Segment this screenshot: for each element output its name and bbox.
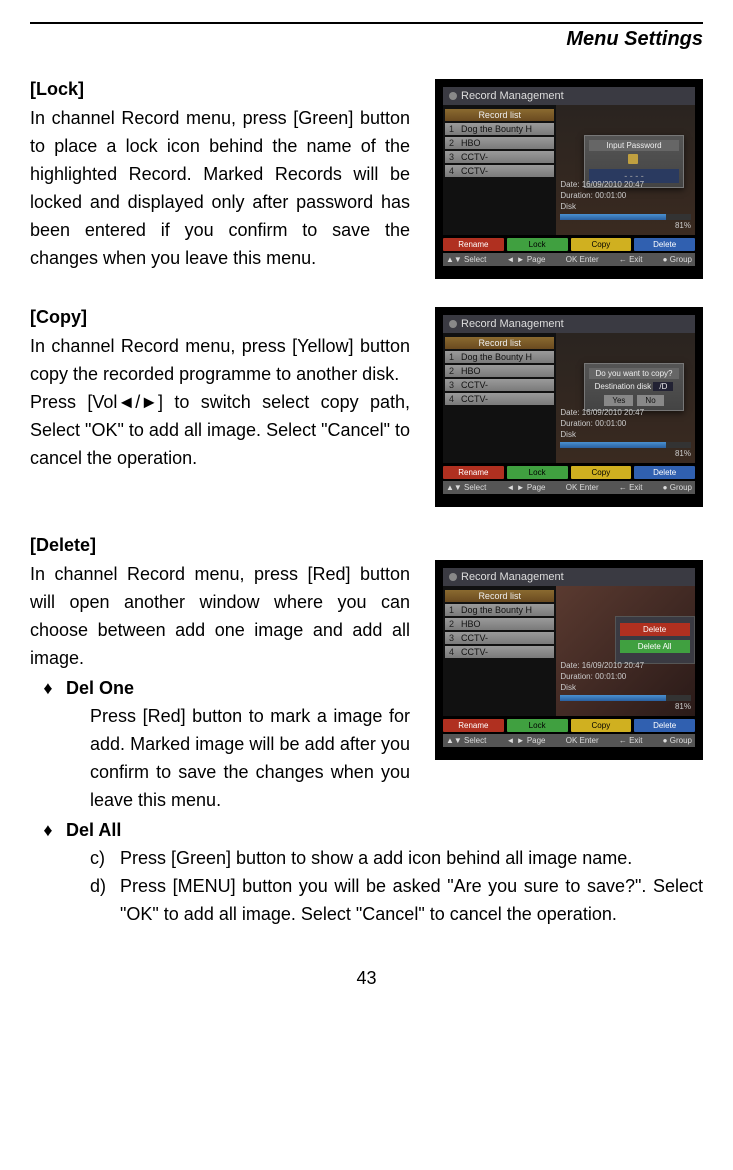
- section-copy: Record Management Record list 1Dog the B…: [30, 307, 703, 513]
- step-c-label: c): [90, 844, 120, 872]
- table-row: 1Dog the Bounty H: [445, 604, 554, 616]
- rm-list-header: Record list: [445, 590, 554, 602]
- lock-button: Lock: [507, 466, 568, 479]
- step-c-text: Press [Green] button to show a add icon …: [120, 844, 703, 872]
- table-row: 1Dog the Bounty H: [445, 351, 554, 363]
- rm-list-header: Record list: [445, 109, 554, 121]
- rm-preview: Input Password - - - - Date: 16/09/2010 …: [556, 105, 695, 235]
- copy-button: Copy: [571, 719, 632, 732]
- delete-options-dialog: Delete Delete All: [615, 616, 695, 664]
- table-row: 2HBO: [445, 365, 554, 377]
- rm-title-bar: Record Management: [443, 315, 695, 333]
- table-row: 1Dog the Bounty H: [445, 123, 554, 135]
- disc-icon: [449, 573, 457, 581]
- dialog-title: Input Password: [589, 140, 679, 151]
- table-row: 3CCTV-: [445, 632, 554, 644]
- copy-button: Copy: [571, 238, 632, 251]
- rm-info: Date: 16/09/2010 20:47 Duration: 00:01:0…: [560, 407, 691, 459]
- delete-option: Delete: [620, 623, 690, 636]
- lock-button: Lock: [507, 719, 568, 732]
- rm-button-bar: Rename Lock Copy Delete: [443, 238, 695, 251]
- yes-button: Yes: [604, 395, 633, 406]
- rm-list: Record list 1Dog the Bounty H 2HBO 3CCTV…: [443, 333, 556, 463]
- rm-title: Record Management: [461, 90, 564, 102]
- rm-info: Date: 16/09/2010 20:47 Duration: 00:01:0…: [560, 660, 691, 712]
- table-row: 4CCTV-: [445, 646, 554, 658]
- rm-preview: Do you want to copy? Destination disk /D…: [556, 333, 695, 463]
- rm-footer: ▲▼ Select ◄ ► Page OK Enter ← Exit ● Gro…: [443, 253, 695, 266]
- info-pct: 81%: [560, 220, 691, 231]
- delete-button: Delete: [634, 238, 695, 251]
- copy-body-1: In channel Record menu, press [Yellow] b…: [30, 332, 410, 388]
- lock-button: Lock: [507, 238, 568, 251]
- rename-button: Rename: [443, 466, 504, 479]
- info-date: Date: 16/09/2010 20:47: [560, 179, 691, 190]
- rm-list: Record list 1Dog the Bounty H 2HBO 3CCTV…: [443, 105, 556, 235]
- table-row: 3CCTV-: [445, 379, 554, 391]
- rm-preview: Delete Delete All Date: 16/09/2010 20:47…: [556, 586, 695, 716]
- figure-copy: Record Management Record list 1Dog the B…: [435, 307, 703, 507]
- table-row: 3CCTV-: [445, 151, 554, 163]
- info-disk-label: Disk: [560, 202, 576, 211]
- rm-list-header: Record list: [445, 337, 554, 349]
- rm-list: Record list 1Dog the Bounty H 2HBO 3CCTV…: [443, 586, 556, 716]
- rm-info: Date: 16/09/2010 20:47 Duration: 00:01:0…: [560, 179, 691, 231]
- section-lock: Record Management Record list 1Dog the B…: [30, 79, 703, 285]
- bullet-del-all: ♦ Del All: [30, 816, 703, 844]
- no-button: No: [637, 395, 663, 406]
- del-all-label: Del All: [66, 816, 121, 844]
- section-delete: [Delete] Record Management Record list 1…: [30, 535, 703, 928]
- copy-body-2: Press [Vol◄/►] to switch select copy pat…: [30, 388, 410, 472]
- step-c: c) Press [Green] button to show a add ic…: [90, 844, 703, 872]
- delete-button: Delete: [634, 719, 695, 732]
- delete-intro: In channel Record menu, press [Red] butt…: [30, 560, 410, 672]
- delete-all-option: Delete All: [620, 640, 690, 653]
- bullet-del-one: ♦ Del One: [30, 674, 421, 702]
- table-row: 4CCTV-: [445, 393, 554, 405]
- rm-title-bar: Record Management: [443, 568, 695, 586]
- disc-icon: [449, 320, 457, 328]
- delete-heading: [Delete]: [30, 535, 703, 556]
- disc-icon: [449, 92, 457, 100]
- rm-title: Record Management: [461, 318, 564, 330]
- del-one-body: Press [Red] button to mark a image for a…: [90, 702, 410, 814]
- table-row: 4CCTV-: [445, 165, 554, 177]
- figure-delete: Record Management Record list 1Dog the B…: [435, 560, 703, 760]
- rename-button: Rename: [443, 238, 504, 251]
- step-d-label: d): [90, 872, 120, 928]
- page-number: 43: [30, 968, 703, 989]
- rm-title: Record Management: [461, 571, 564, 583]
- copy-button: Copy: [571, 466, 632, 479]
- dialog-title: Do you want to copy?: [589, 368, 679, 379]
- disk-bar: [560, 214, 691, 220]
- table-row: 2HBO: [445, 618, 554, 630]
- rename-button: Rename: [443, 719, 504, 732]
- copy-confirm-dialog: Do you want to copy? Destination disk /D…: [584, 363, 684, 411]
- step-d: d) Press [MENU] button you will be asked…: [90, 872, 703, 928]
- table-row: 2HBO: [445, 137, 554, 149]
- top-rule: [30, 22, 703, 24]
- lock-icon: [628, 154, 638, 164]
- lock-body: In channel Record menu, press [Green] bu…: [30, 104, 410, 272]
- step-d-text: Press [MENU] button you will be asked "A…: [120, 872, 703, 928]
- page-header-title: Menu Settings: [30, 28, 703, 51]
- del-one-label: Del One: [66, 674, 134, 702]
- figure-lock: Record Management Record list 1Dog the B…: [435, 79, 703, 279]
- delete-button: Delete: [634, 466, 695, 479]
- diamond-icon: ♦: [30, 674, 66, 702]
- info-duration: Duration: 00:01:00: [560, 190, 691, 201]
- rm-title-bar: Record Management: [443, 87, 695, 105]
- diamond-icon: ♦: [30, 816, 66, 844]
